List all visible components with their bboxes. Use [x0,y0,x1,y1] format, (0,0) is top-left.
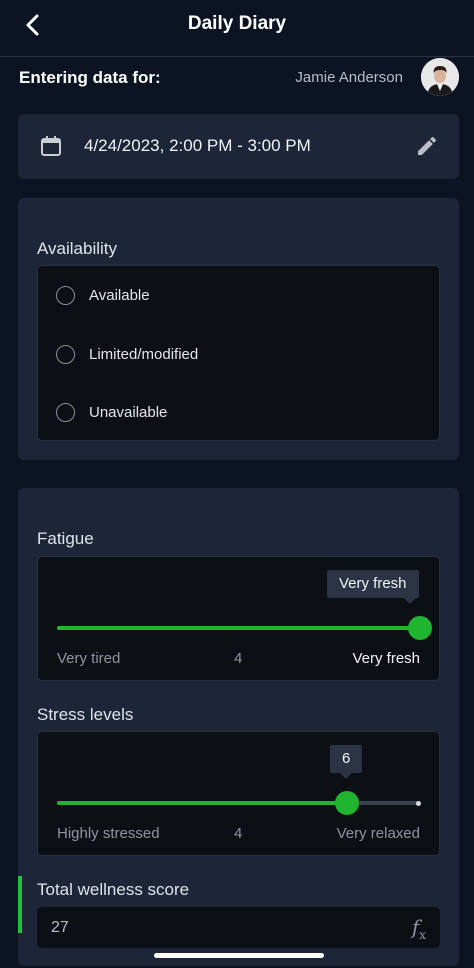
fatigue-slider-fill [57,626,420,630]
radio-label: Unavailable [89,403,168,421]
fatigue-min-label: Very tired [57,650,121,667]
user-name: Jamie Anderson [295,69,403,86]
availability-options: Available Limited/modified Unavailable [37,265,440,441]
fatigue-slider-panel: Very fresh Very tired 4 Very fresh [37,556,440,681]
entering-data-label: Entering data for: [19,68,161,87]
avatar[interactable] [421,58,459,96]
date-range-card: 4/24/2023, 2:00 PM - 3:00 PM [18,114,459,179]
radio-button[interactable] [56,402,75,422]
avatar-image [421,58,459,96]
radio-unavailable[interactable]: Unavailable [56,400,167,424]
calendar-icon [41,136,61,156]
fatigue-slider-thumb[interactable] [408,616,432,640]
radio-button[interactable] [56,344,75,364]
total-wellness-value: 27 [51,919,69,936]
home-indicator [154,953,324,958]
stress-max-label: Very relaxed [336,825,420,842]
stress-label: Stress levels [37,705,134,724]
stress-slider-panel: 6 Highly stressed 4 Very relaxed [37,731,440,856]
header-bar: Daily Diary [0,0,474,57]
radio-label: Limited/modified [89,345,199,363]
fatigue-value-tooltip: Very fresh [327,570,419,598]
fatigue-label: Fatigue [37,529,94,548]
stress-mid-label: 4 [234,825,243,842]
radio-button[interactable] [56,285,75,305]
availability-card: Availability Available Limited/modified … [18,198,459,460]
stress-slider-fill [57,801,348,805]
fatigue-max-label: Very fresh [352,650,420,667]
radio-limited-modified[interactable]: Limited/modified [56,342,198,366]
stress-slider-thumb[interactable] [335,791,360,815]
radio-available[interactable]: Available [56,283,150,307]
total-wellness-field: 27 fx [37,907,440,948]
fatigue-mid-label: 4 [234,650,243,667]
total-score-accent-bar [18,876,22,933]
radio-label: Available [89,286,150,304]
availability-label: Availability [37,239,118,258]
pencil-icon[interactable] [415,134,439,158]
page-title: Daily Diary [187,13,287,34]
stress-slider-end-dot [416,800,421,806]
fx-icon: fx [411,915,426,942]
stress-value-tooltip: 6 [330,745,363,773]
stress-min-label: Highly stressed [57,825,160,842]
date-range-value: 4/24/2023, 2:00 PM - 3:00 PM [84,136,311,155]
total-wellness-label: Total wellness score [37,880,190,899]
